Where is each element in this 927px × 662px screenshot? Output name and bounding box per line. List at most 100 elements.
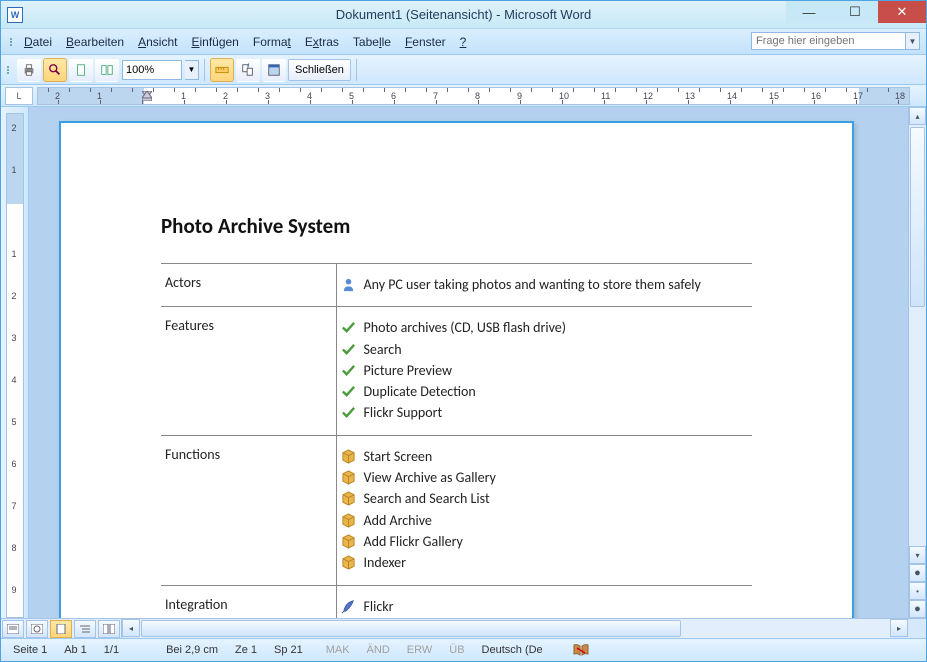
vruler-tick: 3	[12, 333, 17, 343]
menu-format[interactable]: Format	[246, 32, 298, 52]
multi-page-button[interactable]	[95, 58, 119, 82]
zoom-dropdown-icon[interactable]: ▼	[185, 60, 199, 80]
check-icon	[341, 405, 356, 420]
spec-item: Search and Search List	[341, 489, 749, 509]
ruler-tick: 15	[769, 91, 779, 101]
spec-item-text: Picture Preview	[364, 361, 453, 381]
ask-dropdown-icon[interactable]: ▼	[906, 32, 920, 50]
scroll-right-button[interactable]: ▸	[890, 619, 908, 637]
titlebar: W Dokument1 (Seitenansicht) - Microsoft …	[1, 1, 926, 29]
spec-item: Start Screen	[341, 447, 749, 467]
spec-item-text: Flickr Support	[364, 403, 443, 423]
status-pagecount[interactable]: 1/1	[96, 644, 128, 656]
box-icon	[341, 491, 356, 506]
print-preview-toolbar: ▼ Schließen	[1, 55, 926, 85]
status-line[interactable]: Ze 1	[227, 644, 266, 656]
status-column[interactable]: Sp 21	[266, 644, 312, 656]
outline-view-button[interactable]	[74, 620, 96, 638]
check-icon	[341, 320, 356, 335]
box-icon	[341, 513, 356, 528]
ask-question-box[interactable]: ▼	[751, 32, 920, 50]
status-overtype[interactable]: ÜB	[441, 644, 473, 656]
reading-layout-view-button[interactable]	[98, 620, 120, 638]
close-preview-button[interactable]: Schließen	[288, 59, 351, 81]
status-language[interactable]: Deutsch (De	[474, 644, 552, 656]
status-track-changes[interactable]: ÄND	[359, 644, 399, 656]
one-page-button[interactable]	[69, 58, 93, 82]
spec-label: Integration	[161, 585, 336, 618]
status-page[interactable]: Seite 1	[5, 644, 56, 656]
hscroll-thumb[interactable]	[141, 620, 681, 637]
status-extend-selection[interactable]: ERW	[399, 644, 441, 656]
check-icon	[341, 363, 356, 378]
vruler-tick: 8	[12, 543, 17, 553]
ruler-toggle-button[interactable]	[210, 58, 234, 82]
menu-datei[interactable]: Datei	[17, 32, 59, 52]
ruler-left-margin	[38, 88, 144, 104]
vertical-ruler[interactable]: 211234567891011	[6, 113, 24, 618]
spec-item: Duplicate Detection	[341, 382, 749, 402]
menu-tabelle[interactable]: Tabelle	[346, 32, 398, 52]
status-section[interactable]: Ab 1	[56, 644, 96, 656]
maximize-button[interactable]: ☐	[832, 1, 878, 23]
scroll-up-button[interactable]: ▴	[909, 107, 926, 125]
book-icon[interactable]	[572, 642, 590, 658]
print-button[interactable]	[17, 58, 41, 82]
person-icon	[341, 277, 356, 292]
spec-item-text: Photo archives (CD, USB flash drive)	[364, 318, 567, 338]
horizontal-scrollbar[interactable]: ◂ ▸	[122, 619, 926, 638]
minimize-button[interactable]: —	[786, 1, 832, 23]
tab-selector[interactable]: L	[5, 87, 33, 105]
status-macro-record[interactable]: MAK	[318, 644, 359, 656]
spec-item-text: Add Flickr Gallery	[364, 532, 463, 552]
menu-help[interactable]: ?	[453, 32, 474, 52]
web-layout-view-button[interactable]	[26, 620, 48, 638]
menu-einfuegen[interactable]: Einfügen	[184, 32, 245, 52]
document-title: Photo Archive System	[161, 213, 752, 239]
document-scroll-area[interactable]: Photo Archive System ActorsAny PC user t…	[29, 107, 908, 618]
spec-item: Search	[341, 340, 749, 360]
toolbar-separator	[204, 59, 205, 81]
horizontal-ruler[interactable]: 21123456789101112131415161718	[37, 87, 910, 105]
toolbar-grip[interactable]	[7, 66, 13, 74]
magnifier-button[interactable]	[43, 58, 67, 82]
vscroll-thumb[interactable]	[910, 127, 925, 307]
fullscreen-button[interactable]	[262, 58, 286, 82]
browse-object-button[interactable]: •	[909, 582, 926, 600]
hscroll-track[interactable]	[140, 619, 890, 638]
normal-view-button[interactable]	[2, 620, 24, 638]
spec-items: Photo archives (CD, USB flash drive)Sear…	[336, 307, 752, 435]
spec-item-text: Any PC user taking photos and wanting to…	[364, 275, 701, 295]
vscroll-track[interactable]	[909, 125, 926, 546]
print-layout-view-button[interactable]	[50, 620, 72, 638]
ruler-tick: 18	[895, 91, 905, 101]
status-position[interactable]: Bei 2,9 cm	[158, 644, 227, 656]
spec-item: Flickr	[341, 597, 749, 617]
menu-fenster[interactable]: Fenster	[398, 32, 453, 52]
scroll-left-button[interactable]: ◂	[122, 619, 140, 637]
zoom-input[interactable]	[122, 60, 182, 80]
spec-row: ActorsAny PC user taking photos and want…	[161, 264, 752, 307]
ruler-tick: 13	[685, 91, 695, 101]
vertical-ruler-column: 211234567891011	[1, 107, 29, 618]
menubar-grip[interactable]	[7, 38, 15, 46]
ruler-tick: 17	[853, 91, 863, 101]
menubar: Datei Bearbeiten Ansicht Einfügen Format…	[1, 29, 926, 55]
hanging-indent-marker[interactable]	[142, 90, 152, 104]
menu-ansicht[interactable]: Ansicht	[131, 32, 184, 52]
ask-question-input[interactable]	[751, 32, 906, 50]
vruler-tick: 7	[12, 501, 17, 511]
scroll-down-button[interactable]: ▾	[909, 546, 926, 564]
vertical-scrollbar[interactable]: ▴ ▾ ● • ●	[908, 107, 926, 618]
menu-bearbeiten[interactable]: Bearbeiten	[59, 32, 131, 52]
window-close-button[interactable]: ✕	[878, 1, 926, 23]
page[interactable]: Photo Archive System ActorsAny PC user t…	[59, 121, 854, 618]
menu-extras[interactable]: Extras	[298, 32, 346, 52]
horizontal-scroll-row: ◂ ▸	[1, 618, 926, 638]
ruler-tick: 16	[811, 91, 821, 101]
shrink-to-fit-button[interactable]	[236, 58, 260, 82]
spec-item-text: Flickr	[364, 597, 394, 617]
vruler-tick: 1	[12, 249, 17, 259]
prev-page-button[interactable]: ●	[909, 564, 926, 582]
next-page-button[interactable]: ●	[909, 600, 926, 618]
